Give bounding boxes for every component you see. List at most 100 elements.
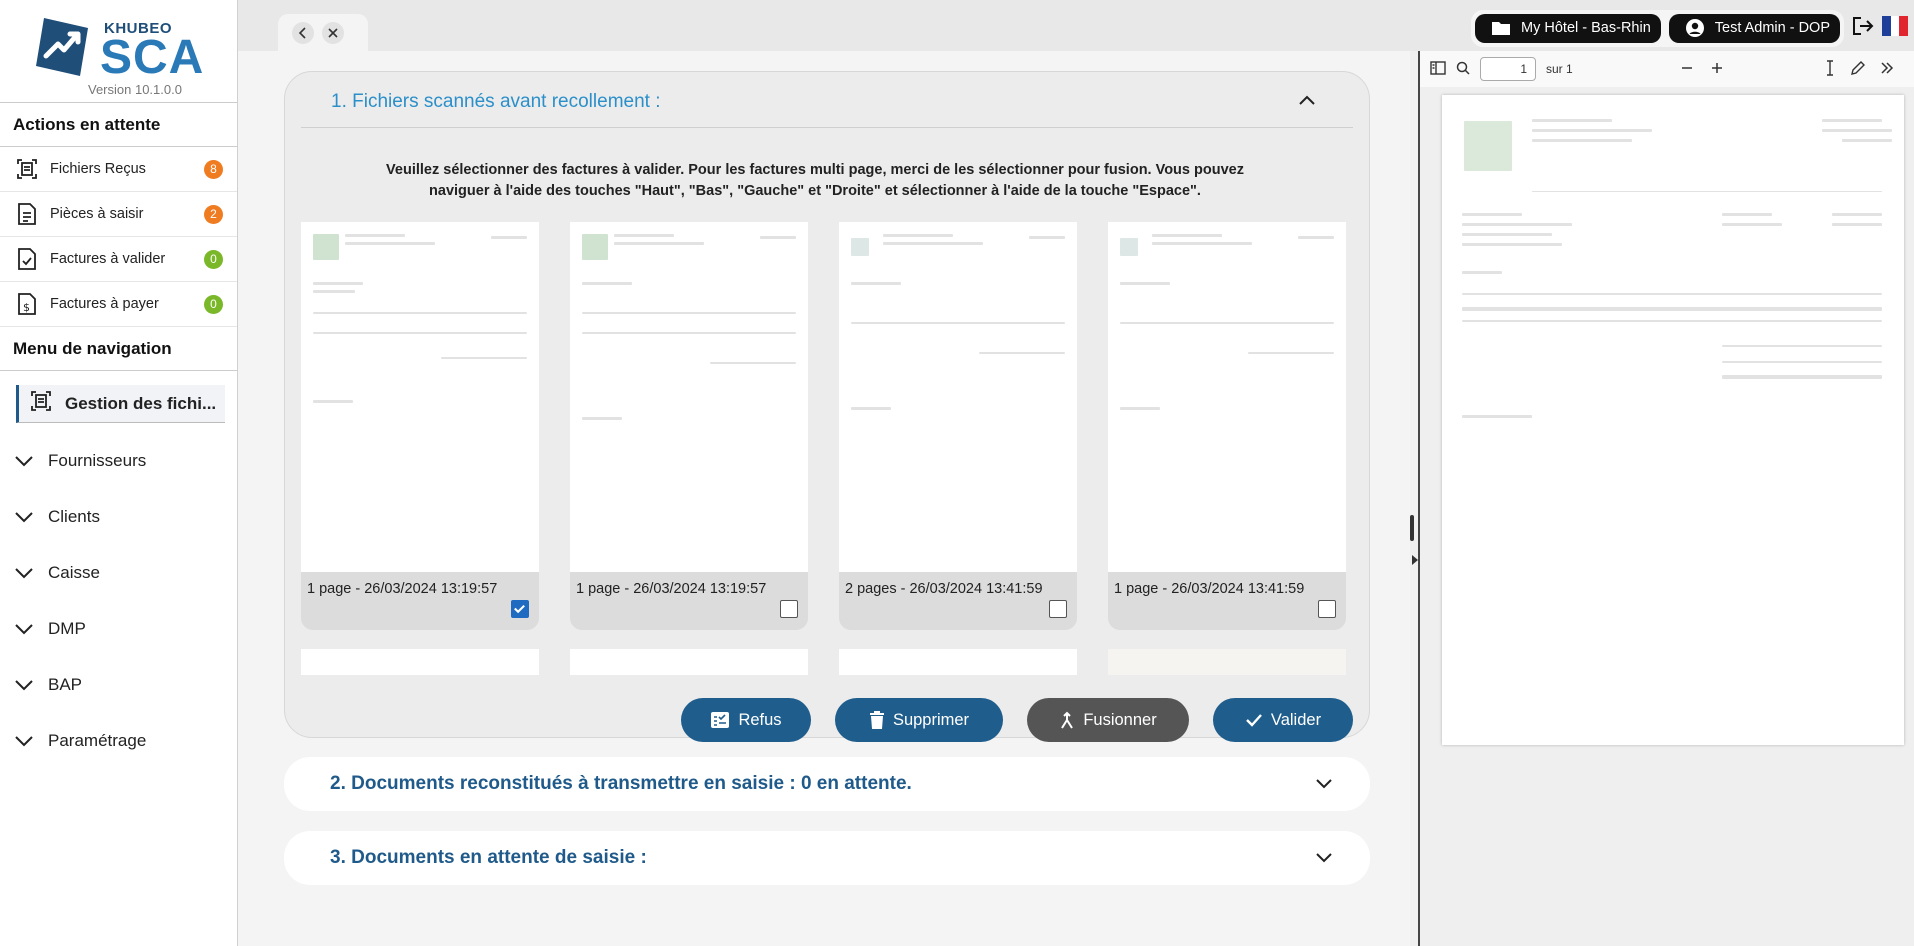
scanned-file-card[interactable] bbox=[839, 649, 1077, 675]
reconstituted-documents-panel[interactable]: 2. Documents reconstitués à transmettre … bbox=[284, 757, 1370, 811]
search-icon bbox=[1456, 61, 1470, 75]
logo-brand-main: SCA bbox=[100, 31, 205, 84]
chevron-down-icon bbox=[15, 736, 33, 747]
panel-title: 2. Documents reconstitués à transmettre … bbox=[330, 773, 912, 794]
pencil-icon bbox=[1851, 60, 1865, 75]
hotel-name: My Hôtel - Bas-Rhin bbox=[1521, 20, 1651, 36]
scanned-file-card[interactable] bbox=[1108, 649, 1346, 675]
scanned-file-card[interactable] bbox=[301, 649, 539, 675]
draw-button[interactable] bbox=[1850, 60, 1866, 79]
chevron-down-icon[interactable] bbox=[1314, 848, 1334, 868]
check-icon bbox=[1246, 714, 1262, 727]
count-badge: 8 bbox=[204, 160, 223, 179]
scanned-files-panel: 1. Fichiers scannés avant recollement : … bbox=[284, 71, 1370, 742]
valider-button[interactable]: Valider bbox=[1213, 698, 1353, 742]
top-right-controls: My Hôtel - Bas-Rhin Test Admin - DOP bbox=[1471, 9, 1914, 47]
pdf-viewer: 1 sur 1 bbox=[1418, 51, 1914, 946]
nav-item-gestion-fichiers[interactable]: Gestion des fichi... bbox=[16, 385, 225, 423]
select-checkbox[interactable] bbox=[780, 600, 798, 618]
nav-item-label: Paramétrage bbox=[48, 731, 147, 750]
more-tools-button[interactable] bbox=[1880, 61, 1894, 78]
pending-documents-panel[interactable]: 3. Documents en attente de saisie : bbox=[284, 831, 1370, 885]
back-button[interactable] bbox=[292, 21, 314, 44]
nav-item-label: Fournisseurs bbox=[48, 451, 147, 470]
app-logo[interactable]: KHUBEO SCA Version 10.1.0.0 bbox=[0, 0, 237, 103]
chevron-down-icon bbox=[15, 456, 33, 467]
scan-document-icon bbox=[29, 389, 53, 418]
chevron-down-icon bbox=[15, 512, 33, 523]
invoice-thumbnail bbox=[301, 222, 539, 572]
chevron-down-icon[interactable] bbox=[1314, 774, 1334, 794]
page-number-input[interactable]: 1 bbox=[1480, 57, 1536, 81]
document-check-icon bbox=[14, 246, 40, 272]
scanned-file-card[interactable]: 1 page - 26/03/2024 13:19:57 bbox=[570, 222, 808, 630]
scanned-file-card[interactable]: 1 page - 26/03/2024 13:19:57 bbox=[301, 222, 539, 630]
logo-mark-icon bbox=[36, 18, 88, 76]
nav-item-parametrage[interactable]: Paramétrage bbox=[0, 713, 237, 769]
count-badge: 2 bbox=[204, 205, 223, 224]
action-item-factures-a-valider[interactable]: Factures à valider 0 bbox=[0, 237, 237, 282]
action-item-fichiers-recus[interactable]: Fichiers Reçus 8 bbox=[0, 147, 237, 192]
zoom-out-button[interactable] bbox=[1680, 61, 1694, 78]
context-selectors: My Hôtel - Bas-Rhin Test Admin - DOP bbox=[1471, 9, 1844, 47]
folder-icon bbox=[1492, 22, 1511, 35]
count-badge: 0 bbox=[204, 250, 223, 269]
chevron-down-icon bbox=[15, 568, 33, 579]
instructions-text: Veuillez sélectionner des factures à val… bbox=[386, 162, 1244, 199]
button-label: Supprimer bbox=[892, 710, 970, 729]
checkmark-icon bbox=[514, 604, 525, 614]
chevron-up-icon[interactable] bbox=[1297, 90, 1317, 110]
nav-item-dmp[interactable]: DMP bbox=[0, 601, 237, 657]
svg-text:$: $ bbox=[23, 301, 30, 314]
pdf-search-button[interactable] bbox=[1456, 61, 1470, 78]
document-dollar-icon: $ bbox=[14, 291, 40, 317]
zoom-in-button[interactable] bbox=[1710, 61, 1724, 78]
document-icon bbox=[14, 201, 40, 227]
button-label: Fusionner bbox=[1083, 710, 1157, 729]
select-checkbox[interactable] bbox=[511, 600, 529, 618]
splitter-handle[interactable] bbox=[1410, 515, 1414, 541]
file-caption: 1 page - 26/03/2024 13:41:59 bbox=[1114, 581, 1305, 597]
nav-item-clients[interactable]: Clients bbox=[0, 489, 237, 545]
nav-section-title: Menu de navigation bbox=[0, 327, 237, 371]
user-name: Test Admin - DOP bbox=[1714, 20, 1830, 36]
merge-icon bbox=[1061, 711, 1074, 729]
file-caption: 1 page - 26/03/2024 13:19:57 bbox=[307, 581, 498, 597]
nav-item-bap[interactable]: BAP bbox=[0, 657, 237, 713]
scan-document-icon bbox=[14, 156, 40, 182]
select-checkbox[interactable] bbox=[1049, 600, 1067, 618]
invoice-thumbnail bbox=[839, 222, 1077, 572]
logout-button[interactable] bbox=[1852, 16, 1874, 41]
scanned-file-card[interactable]: 1 page - 26/03/2024 13:41:59 bbox=[1108, 222, 1346, 630]
action-item-pieces-a-saisir[interactable]: Pièces à saisir 2 bbox=[0, 192, 237, 237]
hotel-selector[interactable]: My Hôtel - Bas-Rhin bbox=[1475, 13, 1661, 43]
action-label: Factures à valider bbox=[50, 251, 166, 267]
panel-header[interactable]: 1. Fichiers scannés avant recollement : bbox=[301, 72, 1353, 128]
page-total-label: sur 1 bbox=[1546, 62, 1573, 76]
logout-icon bbox=[1853, 16, 1874, 35]
text-select-button[interactable] bbox=[1824, 59, 1836, 79]
chevron-down-icon bbox=[15, 680, 33, 691]
nav-item-caisse[interactable]: Caisse bbox=[0, 545, 237, 601]
chevron-down-icon bbox=[15, 624, 33, 635]
sidebar-toggle-icon bbox=[1430, 60, 1446, 75]
panel-title: 3. Documents en attente de saisie : bbox=[330, 847, 647, 868]
double-chevron-right-icon bbox=[1881, 61, 1894, 74]
sidebar-toggle-button[interactable] bbox=[1430, 60, 1446, 78]
action-label: Factures à payer bbox=[50, 296, 159, 312]
supprimer-button[interactable]: Supprimer bbox=[835, 698, 1003, 742]
nav-item-label: BAP bbox=[48, 675, 83, 694]
scanned-file-card[interactable] bbox=[570, 649, 808, 675]
fusionner-button[interactable]: Fusionner bbox=[1027, 698, 1189, 742]
app-version: Version 10.1.0.0 bbox=[88, 82, 182, 97]
scanned-file-card[interactable]: 2 pages - 26/03/2024 13:41:59 bbox=[839, 222, 1077, 630]
nav-item-fournisseurs[interactable]: Fournisseurs bbox=[0, 433, 237, 489]
language-selector[interactable] bbox=[1882, 15, 1908, 41]
close-tab-button[interactable] bbox=[322, 21, 344, 44]
action-item-factures-a-payer[interactable]: $ Factures à payer 0 bbox=[0, 282, 237, 327]
refus-button[interactable]: Refus bbox=[681, 698, 811, 742]
select-checkbox[interactable] bbox=[1318, 600, 1336, 618]
action-label: Pièces à saisir bbox=[50, 206, 144, 222]
user-menu[interactable]: Test Admin - DOP bbox=[1668, 13, 1840, 43]
reject-list-icon bbox=[711, 712, 730, 728]
